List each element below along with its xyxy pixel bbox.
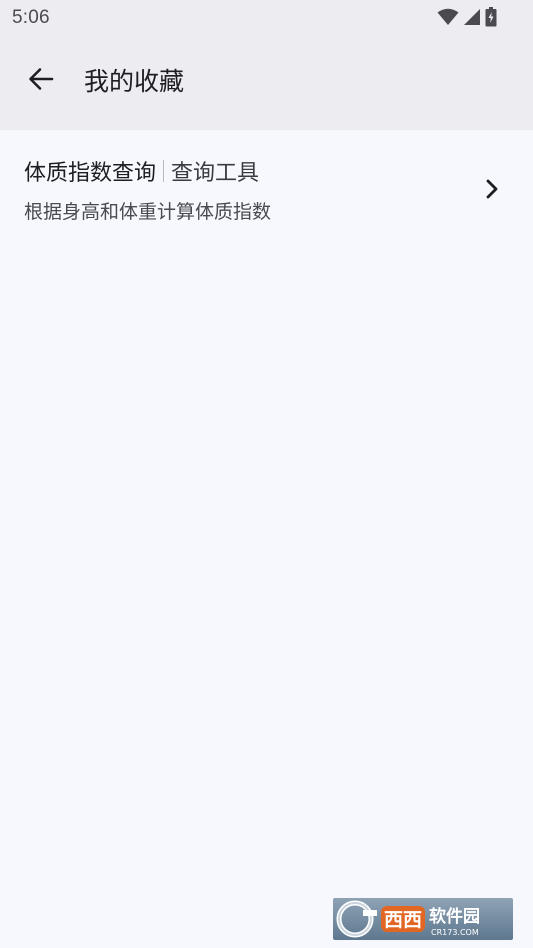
- favorite-item-category: 查询工具: [171, 161, 260, 186]
- favorite-item-description: 根据身高和体重计算体质指数: [24, 201, 272, 223]
- favorite-item-title-row: 体质指数查询 查询工具: [24, 156, 259, 186]
- favorite-item-bmi-query[interactable]: 体质指数查询 查询工具 根据身高和体重计算体质指数: [0, 130, 533, 242]
- wifi-icon: [437, 8, 459, 26]
- signal-icon: [463, 8, 481, 26]
- arrow-back-icon: [28, 66, 54, 96]
- back-button[interactable]: [18, 58, 64, 104]
- watermark-logo: 西西 软件园 CR173.COM: [333, 898, 513, 940]
- status-icons: [437, 6, 497, 28]
- status-time: 5:06: [12, 7, 50, 28]
- app-bar: 我的收藏: [0, 36, 533, 130]
- svg-text:软件园: 软件园: [429, 906, 480, 927]
- status-bar: 5:06: [0, 0, 533, 36]
- svg-text:西西: 西西: [384, 909, 422, 931]
- chevron-right-icon: [481, 178, 503, 200]
- title-divider: [163, 160, 165, 182]
- favorite-item-title: 体质指数查询: [24, 161, 157, 186]
- svg-text:CR173.COM: CR173.COM: [431, 928, 479, 937]
- battery-charging-icon: [485, 7, 497, 27]
- page-title: 我的收藏: [84, 67, 185, 96]
